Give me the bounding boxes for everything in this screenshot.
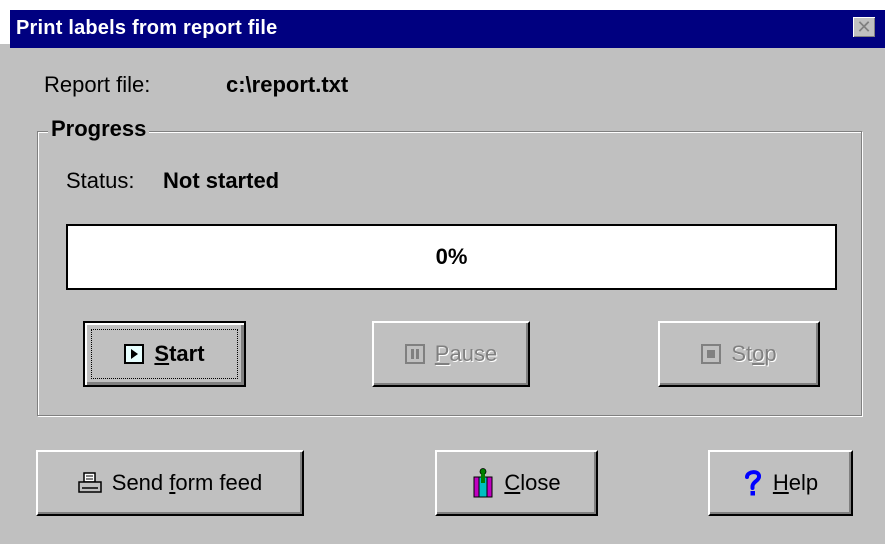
- pause-icon: [404, 344, 425, 364]
- progress-percent: 0%: [435, 244, 468, 269]
- report-file-path: c:\report.txt: [226, 72, 349, 97]
- play-icon: [124, 344, 145, 364]
- report-file-label: Report file:: [44, 72, 151, 97]
- send-form-feed-label: Send form feed: [111, 470, 263, 495]
- dialog-window: Print labels from report file ✕ Report f…: [0, 0, 885, 544]
- status-value: Not started: [163, 168, 280, 193]
- start-button[interactable]: Start: [83, 321, 246, 387]
- title-bar: Print labels from report file ✕: [0, 0, 885, 48]
- close-button[interactable]: Close: [435, 450, 598, 516]
- status-label: Status:: [66, 168, 135, 193]
- question-mark-icon: [743, 469, 763, 497]
- start-label: Start: [154, 341, 205, 366]
- printer-icon: [78, 472, 102, 494]
- window-title: Print labels from report file: [16, 17, 278, 39]
- close-icon[interactable]: ✕: [853, 17, 875, 37]
- progress-group-title: Progress: [48, 116, 150, 142]
- progress-bar: 0%: [66, 224, 837, 290]
- stop-label: Stop: [731, 341, 777, 366]
- send-form-feed-button[interactable]: Send form feed: [36, 450, 304, 516]
- door-exit-icon: [472, 468, 494, 498]
- stop-button[interactable]: Stop: [658, 321, 820, 387]
- close-label: Close: [504, 470, 561, 495]
- stop-icon: [701, 344, 722, 364]
- help-button[interactable]: Help: [708, 450, 853, 516]
- pause-button[interactable]: Pause: [372, 321, 530, 387]
- help-label: Help: [772, 470, 819, 495]
- pause-label: Pause: [434, 341, 498, 366]
